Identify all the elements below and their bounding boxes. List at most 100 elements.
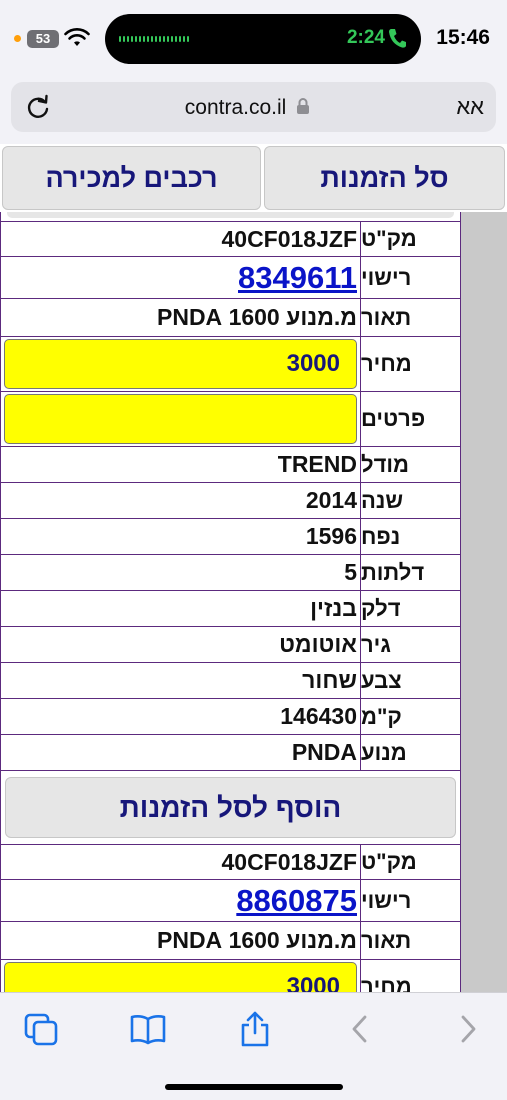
table-row-price: מחיר 3000	[0, 337, 461, 392]
price-input[interactable]: 3000	[4, 962, 357, 992]
table-row-sku: מק"ט 40CF018JZF	[0, 222, 461, 257]
table-row-year: שנה 2014	[0, 483, 461, 519]
row-label: תאור	[360, 299, 460, 336]
price-cell: 3000	[1, 960, 360, 992]
table-row-km: ק"מ 146430	[0, 699, 461, 735]
row-value: PNDA	[291, 739, 357, 765]
waveform-bar	[119, 36, 121, 42]
call-time: 2:24	[346, 27, 385, 48]
phone-icon	[389, 29, 406, 48]
forward-icon[interactable]	[448, 1011, 488, 1047]
row-label: מודל	[360, 447, 460, 482]
row-value: 40CF018JZF	[221, 848, 357, 875]
url-display[interactable]: contra.co.il	[11, 96, 496, 120]
row-label: מחיר	[360, 960, 460, 992]
signal-badge: 53	[27, 30, 59, 48]
table-row-license: רישוי 8349611	[0, 257, 461, 299]
add-to-cart-row: הוסף לסל הזמנות	[0, 771, 461, 845]
waveform-bar	[187, 36, 189, 42]
row-label: נפח	[360, 519, 460, 554]
details-cell	[1, 392, 360, 446]
row-label: גיר	[360, 627, 460, 662]
row-label: רישוי	[360, 880, 460, 921]
waveform-bar	[179, 36, 181, 42]
waveform-bar	[151, 36, 153, 42]
page-scrollbar[interactable]	[461, 212, 507, 992]
tab-cars-for-sale[interactable]: רכבים למכירה	[2, 146, 261, 210]
details-input[interactable]	[4, 394, 357, 444]
status-bar: 53 2:24 15:46	[0, 0, 507, 78]
row-value: 40CF018JZF	[221, 225, 357, 252]
license-link[interactable]: 8349611	[1, 257, 360, 298]
site-tabs: סל הזמנות רכבים למכירה	[0, 144, 507, 212]
table-row-price: מחיר 3000	[0, 960, 461, 992]
table-row-engine: מנוע PNDA	[0, 735, 461, 771]
row-value: 2014	[305, 487, 357, 513]
row-label: מחיר	[360, 337, 460, 391]
tab-order-cart[interactable]: סל הזמנות	[264, 146, 505, 210]
reader-text-size-button[interactable]: אא	[456, 94, 484, 120]
tabs-icon[interactable]	[22, 1011, 62, 1047]
table-row-gear: גיר אוטומט	[0, 627, 461, 663]
row-label: מק"ט	[360, 222, 460, 256]
row-label: מק"ט	[360, 845, 460, 879]
table-row-model: מודל TREND	[0, 447, 461, 483]
row-label: מנוע	[360, 735, 460, 770]
home-indicator[interactable]	[165, 1084, 343, 1090]
share-icon[interactable]	[235, 1011, 275, 1047]
browser-address-area: contra.co.il אא	[0, 78, 507, 144]
waveform-bar	[183, 36, 185, 42]
waveform-bar	[127, 36, 129, 42]
table-row-sku: מק"ט 40CF018JZF	[0, 845, 461, 880]
row-value: 5	[344, 559, 357, 585]
row-value: 146430	[280, 703, 357, 729]
price-input[interactable]: 3000	[4, 339, 357, 389]
waveform-bar	[155, 36, 157, 42]
table-row-doors: דלתות 5	[0, 555, 461, 591]
privacy-indicator-dot	[14, 35, 21, 42]
table-row-description: תאור מ.מנוע 1600 PNDA	[0, 922, 461, 960]
row-value: מ.מנוע 1600 PNDA	[157, 304, 357, 330]
license-link[interactable]: 8860875	[1, 880, 360, 921]
waveform-bar	[175, 36, 177, 42]
waveform-bar	[143, 36, 145, 42]
price-cell: 3000	[1, 337, 360, 391]
row-label: צבע	[360, 663, 460, 698]
wifi-icon	[64, 28, 90, 46]
waveform-bar	[163, 36, 165, 42]
back-icon[interactable]	[340, 1011, 380, 1047]
listings-content[interactable]: מק"ט 40CF018JZF רישוי 8349611 תאור מ.מנו…	[0, 212, 507, 992]
dynamic-island[interactable]: 2:24	[105, 14, 421, 64]
previous-add-button-edge	[0, 212, 461, 222]
waveform-bar	[171, 36, 173, 42]
table-row-description: תאור מ.מנוע 1600 PNDA	[0, 299, 461, 337]
waveform-bar	[159, 36, 161, 42]
table-row-license: רישוי 8860875	[0, 880, 461, 922]
table-row-color: צבע שחור	[0, 663, 461, 699]
waveform-bar	[131, 36, 133, 42]
lock-icon	[297, 98, 310, 114]
address-bar[interactable]: contra.co.il אא	[11, 82, 496, 132]
row-label: תאור	[360, 922, 460, 959]
waveform-bar	[123, 36, 125, 42]
row-label: דלק	[360, 591, 460, 626]
add-to-cart-button[interactable]: הוסף לסל הזמנות	[5, 777, 456, 838]
row-value: 1596	[305, 523, 357, 549]
table-row-engine-volume: נפח 1596	[0, 519, 461, 555]
table-row-fuel: דלק בנזין	[0, 591, 461, 627]
clock: 15:46	[436, 26, 490, 49]
row-value: שחור	[302, 667, 357, 693]
row-value: מ.מנוע 1600 PNDA	[157, 927, 357, 953]
table-row-details: פרטים	[0, 392, 461, 447]
row-value: בנזין	[310, 595, 357, 621]
bookmarks-icon[interactable]	[128, 1011, 168, 1047]
row-value: אוטומט	[279, 631, 357, 657]
row-value: TREND	[277, 451, 357, 477]
row-label: רישוי	[360, 257, 460, 298]
url-text: contra.co.il	[184, 96, 287, 119]
row-label: דלתות	[360, 555, 460, 590]
waveform-bar	[147, 36, 149, 42]
waveform-bar	[139, 36, 141, 42]
row-label: ק"מ	[360, 699, 460, 734]
call-waveform	[119, 33, 189, 45]
